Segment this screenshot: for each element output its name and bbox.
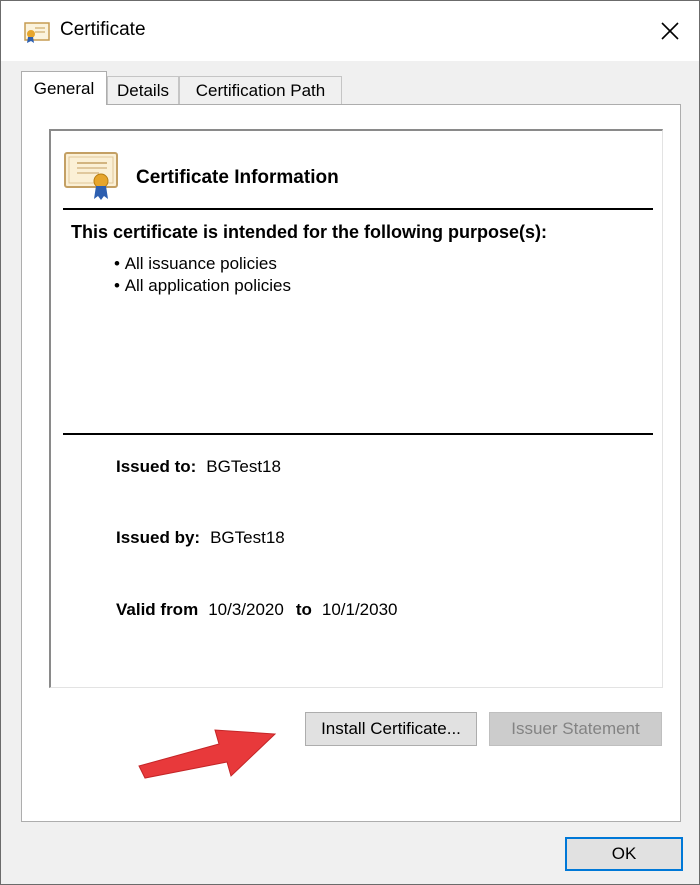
general-tab-panel: Certificate Information This certificate…	[21, 104, 681, 822]
issuer-statement-button: Issuer Statement	[489, 712, 662, 746]
title-bar: Certificate	[1, 1, 699, 61]
install-certificate-button[interactable]: Install Certificate...	[305, 712, 477, 746]
valid-from-value: 10/3/2020	[208, 600, 284, 619]
list-item: All issuance policies	[114, 253, 291, 275]
tab-details[interactable]: Details	[107, 76, 179, 104]
red-arrow-icon	[138, 729, 277, 779]
certificate-icon	[64, 152, 118, 200]
window-title: Certificate	[60, 19, 146, 40]
issued-to-label: Issued to:	[116, 457, 197, 476]
valid-to-label: to	[295, 600, 312, 619]
certificate-info-box: Certificate Information This certificate…	[49, 129, 663, 688]
issued-by-value: BGTest18	[210, 528, 285, 547]
purpose-heading: This certificate is intended for the fol…	[71, 222, 548, 242]
certificate-info-title: Certificate Information	[136, 167, 339, 188]
valid-to-value: 10/1/2030	[321, 600, 398, 619]
list-item: All application policies	[114, 275, 291, 297]
tab-general[interactable]: General	[21, 71, 107, 105]
validity-row: Valid from 10/3/2020 to 10/1/2030	[116, 600, 410, 620]
divider	[63, 433, 653, 435]
close-button[interactable]	[641, 1, 699, 61]
certificate-dialog: Certificate General Details Certificatio…	[0, 0, 700, 885]
valid-from-label: Valid from	[116, 600, 199, 619]
ok-button[interactable]: OK	[565, 837, 683, 871]
issued-to-row: Issued to: BGTest18	[116, 457, 293, 477]
tab-certification-path[interactable]: Certification Path	[179, 76, 342, 104]
close-icon	[661, 22, 679, 40]
issued-by-row: Issued by: BGTest18	[116, 528, 297, 548]
issued-by-label: Issued by:	[116, 528, 201, 547]
certificate-icon	[24, 22, 50, 43]
divider	[63, 208, 653, 210]
issued-to-value: BGTest18	[206, 457, 281, 476]
purpose-list: All issuance policies All application po…	[114, 253, 291, 297]
